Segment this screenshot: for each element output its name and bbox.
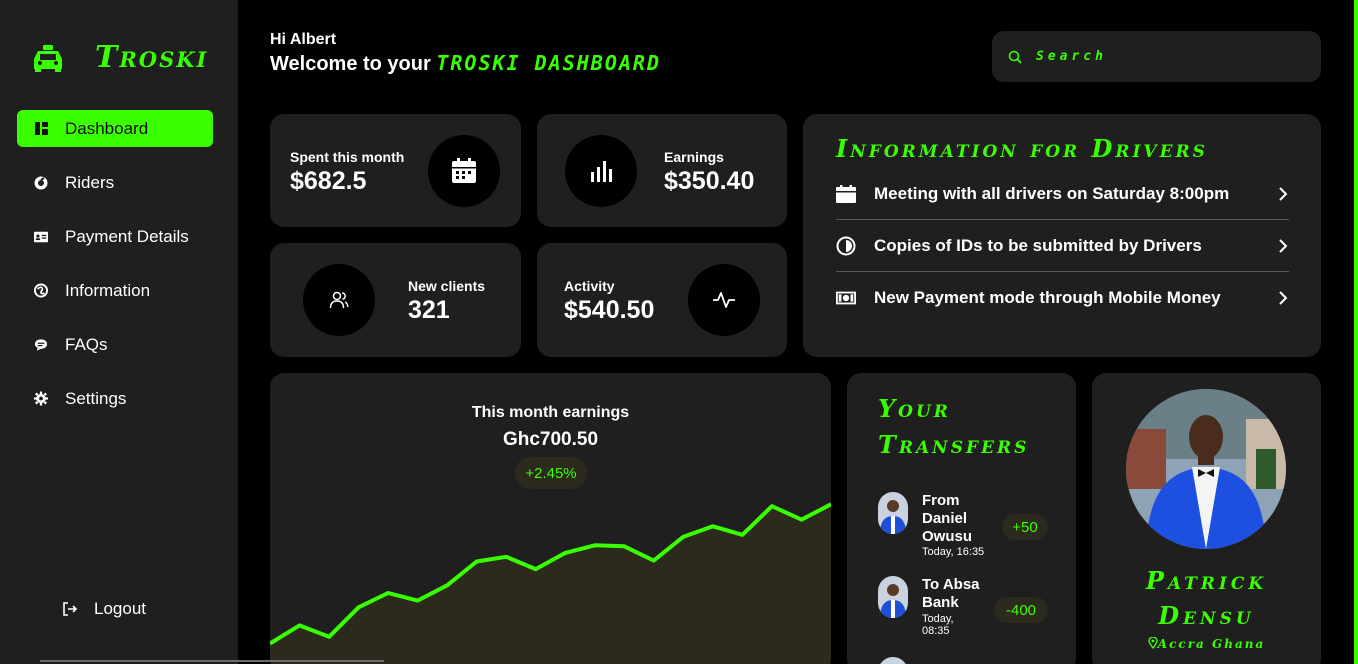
riders-icon <box>34 176 48 190</box>
profile-location: Accra Ghana <box>1092 636 1321 651</box>
transfer-name: From Daniel Owusu <box>922 492 973 545</box>
info-item-text: Copies of IDs to be submitted by Drivers <box>874 235 1202 255</box>
location-pin-icon <box>1148 636 1158 650</box>
transfer-name: To Absa Bank <box>922 576 980 611</box>
earnings-panel: This month earnings Ghc700.50 +2.45% <box>270 373 831 664</box>
profile-name: Patrick Densu <box>1145 566 1268 630</box>
sidebar-item-dashboard[interactable]: Dashboard <box>17 110 213 147</box>
stat-label: Earnings <box>664 149 724 165</box>
transfers-panel: Your Transfers From Daniel Owusu Today, … <box>847 373 1076 664</box>
logout-icon <box>63 602 78 616</box>
taxi-icon <box>34 44 62 72</box>
avatar <box>878 576 908 618</box>
profile-location-text: Accra Ghana <box>1157 637 1266 651</box>
bar-chart-icon <box>565 135 637 207</box>
brand-name: Troski <box>95 40 209 75</box>
welcome-brand: TROSKI DASHBOARD <box>436 51 661 75</box>
calendar-icon <box>428 135 500 207</box>
transfer-amount: -400 <box>994 597 1048 623</box>
brand[interactable]: Troski <box>32 40 208 75</box>
stat-label: Activity <box>564 278 615 294</box>
info-item[interactable]: Copies of IDs to be submitted by Drivers <box>836 220 1289 272</box>
sidebar-item-faqs[interactable]: FAQs <box>17 326 213 363</box>
chat-icon <box>34 338 48 352</box>
stat-label: New clients <box>408 278 486 294</box>
welcome-line: Welcome to your TROSKI DASHBOARD <box>270 51 661 76</box>
search-bar[interactable] <box>992 31 1321 82</box>
greeting: Hi Albert Welcome to your TROSKI DASHBOA… <box>270 31 661 76</box>
transfer-amount: +50 <box>1002 514 1048 540</box>
sidebar-item-label: Payment Details <box>65 226 189 246</box>
info-item-text: New Payment mode through Mobile Money <box>874 288 1221 307</box>
stat-card-clients[interactable]: New clients 321 <box>270 243 521 357</box>
stat-card-activity[interactable]: Activity $540.50 <box>537 243 787 357</box>
transfer-time: Today, 16:35 <box>922 546 985 558</box>
sidebar-item-label: Information <box>65 280 151 300</box>
stat-value: $540.50 <box>564 296 655 324</box>
stat-label: Spent this month <box>290 149 405 165</box>
info-panel: Information for Drivers Meeting with all… <box>803 114 1321 357</box>
stat-text: Earnings $350.40 <box>664 149 754 196</box>
clock-icon <box>836 236 856 256</box>
gear-icon <box>34 391 48 406</box>
app-root: Troski Dashboard Riders Payment Details <box>0 0 1358 664</box>
sidebar-item-label: Riders <box>65 172 115 192</box>
profile-photo <box>1126 389 1286 549</box>
vertical-scrollbar[interactable] <box>1352 0 1358 664</box>
stat-text: Spent this month $682.5 <box>290 149 404 196</box>
chevron-right-icon[interactable] <box>1277 238 1289 254</box>
activity-icon <box>688 264 760 336</box>
sidebar-item-label: FAQs <box>65 334 108 354</box>
transfers-title: Your Transfers <box>878 394 1030 459</box>
sidebar-item-information[interactable]: Information <box>17 272 213 309</box>
horizontal-scrollbar[interactable] <box>40 660 384 662</box>
sidebar-nav: Dashboard Riders Payment Details Informa… <box>17 110 213 434</box>
transfer-item[interactable]: To Absa Bank Today, 08:35 -400 <box>878 576 1048 646</box>
info-item[interactable]: Meeting with all drivers on Saturday 8:0… <box>836 168 1289 220</box>
info-item-text: Meeting with all drivers on Saturday 8:0… <box>874 183 1230 203</box>
chevron-right-icon[interactable] <box>1277 290 1289 306</box>
info-icon <box>34 283 48 298</box>
stat-text: New clients 321 <box>408 278 485 325</box>
search-input[interactable] <box>1036 49 1296 64</box>
sidebar-item-payment-details[interactable]: Payment Details <box>17 218 213 255</box>
logout-button[interactable]: Logout <box>62 599 146 619</box>
sidebar-item-riders[interactable]: Riders <box>17 164 213 201</box>
card-icon <box>34 230 48 244</box>
welcome-text: Welcome to your <box>270 53 431 75</box>
transfer-time: Today, 08:35 <box>922 613 954 637</box>
stat-value: 321 <box>408 296 450 324</box>
logout-label: Logout <box>94 599 146 618</box>
users-icon <box>303 264 375 336</box>
stat-text: Activity $540.50 <box>564 278 654 325</box>
calendar-icon <box>836 184 856 204</box>
sidebar-item-label: Settings <box>65 388 127 408</box>
avatar <box>878 657 908 664</box>
greeting-hi: Hi Albert <box>270 31 337 48</box>
stat-card-spent[interactable]: Spent this month $682.5 <box>270 114 521 227</box>
sidebar: Troski Dashboard Riders Payment Details <box>0 0 238 664</box>
stat-value: $682.5 <box>290 167 367 195</box>
dashboard-icon <box>34 122 48 136</box>
transfer-item[interactable]: From Daniel Owusu Today, 16:35 +50 <box>878 492 1048 562</box>
profile-panel: Patrick Densu Accra Ghana <box>1092 373 1321 664</box>
stat-card-earnings[interactable]: Earnings $350.40 <box>537 114 787 227</box>
chevron-right-icon[interactable] <box>1277 186 1289 202</box>
money-icon <box>836 288 856 308</box>
info-item[interactable]: New Payment mode through Mobile Money <box>836 272 1289 324</box>
earnings-chart <box>270 502 831 664</box>
info-title: Information for Drivers <box>836 134 1208 163</box>
stat-value: $350.40 <box>664 167 755 195</box>
sidebar-item-label: Dashboard <box>65 118 149 138</box>
avatar <box>878 492 908 534</box>
sidebar-item-settings[interactable]: Settings <box>17 380 213 417</box>
search-icon <box>1008 50 1022 64</box>
